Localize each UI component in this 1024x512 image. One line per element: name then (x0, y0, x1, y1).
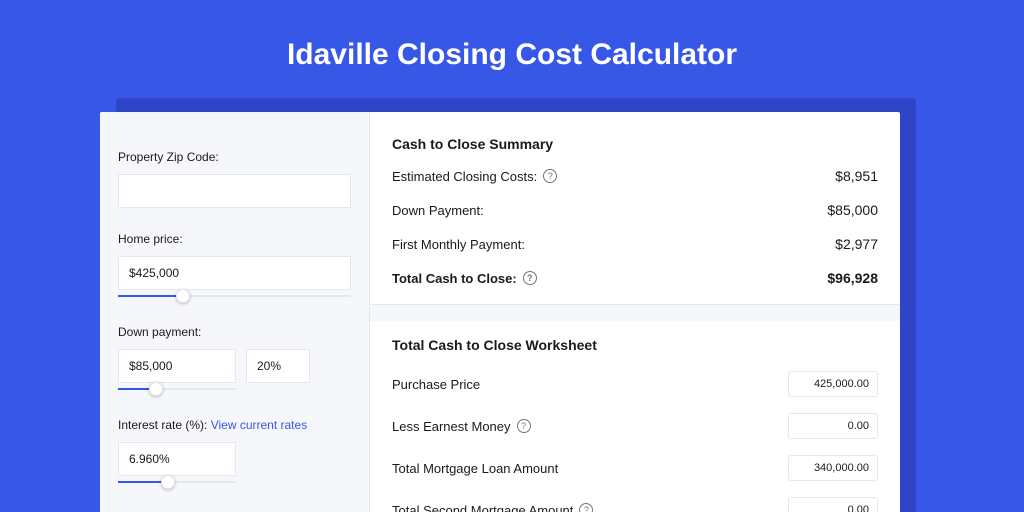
help-icon[interactable]: ? (543, 169, 557, 183)
help-icon[interactable]: ? (579, 503, 593, 512)
results-panel: Cash to Close Summary Estimated Closing … (370, 112, 900, 512)
mortgage-loan-label: Total Mortgage Loan Amount (392, 461, 558, 476)
worksheet-row-purchase-price: Purchase Price (392, 371, 878, 397)
worksheet-row-mortgage-loan: Total Mortgage Loan Amount (392, 455, 878, 481)
home-price-slider[interactable] (118, 289, 351, 303)
purchase-price-input[interactable] (788, 371, 878, 397)
total-cash-value: $96,928 (827, 270, 878, 286)
worksheet-heading: Total Cash to Close Worksheet (392, 337, 878, 353)
interest-rate-label-text: Interest rate (%): (118, 418, 211, 432)
home-price-label: Home price: (118, 232, 351, 246)
second-mortgage-label: Total Second Mortgage Amount (392, 503, 573, 512)
interest-rate-input[interactable] (118, 442, 236, 476)
estimated-costs-label: Estimated Closing Costs: (392, 169, 537, 184)
summary-heading: Cash to Close Summary (392, 136, 878, 152)
view-rates-link[interactable]: View current rates (211, 418, 308, 432)
summary-row-estimated-costs: Estimated Closing Costs: ? $8,951 (392, 168, 878, 184)
zip-label: Property Zip Code: (118, 150, 351, 164)
worksheet-row-earnest-money: Less Earnest Money ? (392, 413, 878, 439)
interest-rate-label: Interest rate (%): View current rates (118, 418, 351, 432)
home-price-input[interactable] (118, 256, 351, 290)
worksheet-section: Total Cash to Close Worksheet Purchase P… (392, 321, 878, 512)
purchase-price-label: Purchase Price (392, 377, 480, 392)
help-icon[interactable]: ? (517, 419, 531, 433)
help-icon[interactable]: ? (523, 271, 537, 285)
mortgage-loan-input[interactable] (788, 455, 878, 481)
first-monthly-label: First Monthly Payment: (392, 237, 525, 252)
calculator-card: Property Zip Code: Home price: Down paym… (100, 112, 900, 512)
down-payment-summary-value: $85,000 (827, 202, 878, 218)
down-payment-percent-input[interactable] (246, 349, 310, 383)
earnest-money-input[interactable] (788, 413, 878, 439)
summary-row-first-monthly: First Monthly Payment: $2,977 (392, 236, 878, 252)
summary-row-total: Total Cash to Close: ? $96,928 (392, 270, 878, 286)
interest-rate-slider[interactable] (118, 475, 236, 489)
estimated-costs-value: $8,951 (835, 168, 878, 184)
down-payment-summary-label: Down Payment: (392, 203, 484, 218)
earnest-money-label: Less Earnest Money (392, 419, 511, 434)
section-gap (370, 305, 900, 321)
down-payment-label: Down payment: (118, 325, 351, 339)
down-payment-slider[interactable] (118, 382, 236, 396)
first-monthly-value: $2,977 (835, 236, 878, 252)
second-mortgage-input[interactable] (788, 497, 878, 512)
page-title: Idaville Closing Cost Calculator (0, 0, 1024, 72)
zip-input[interactable] (118, 174, 351, 208)
summary-row-down-payment: Down Payment: $85,000 (392, 202, 878, 218)
total-cash-label: Total Cash to Close: (392, 271, 517, 286)
worksheet-row-second-mortgage: Total Second Mortgage Amount ? (392, 497, 878, 512)
input-panel: Property Zip Code: Home price: Down paym… (100, 112, 370, 512)
down-payment-input[interactable] (118, 349, 236, 383)
